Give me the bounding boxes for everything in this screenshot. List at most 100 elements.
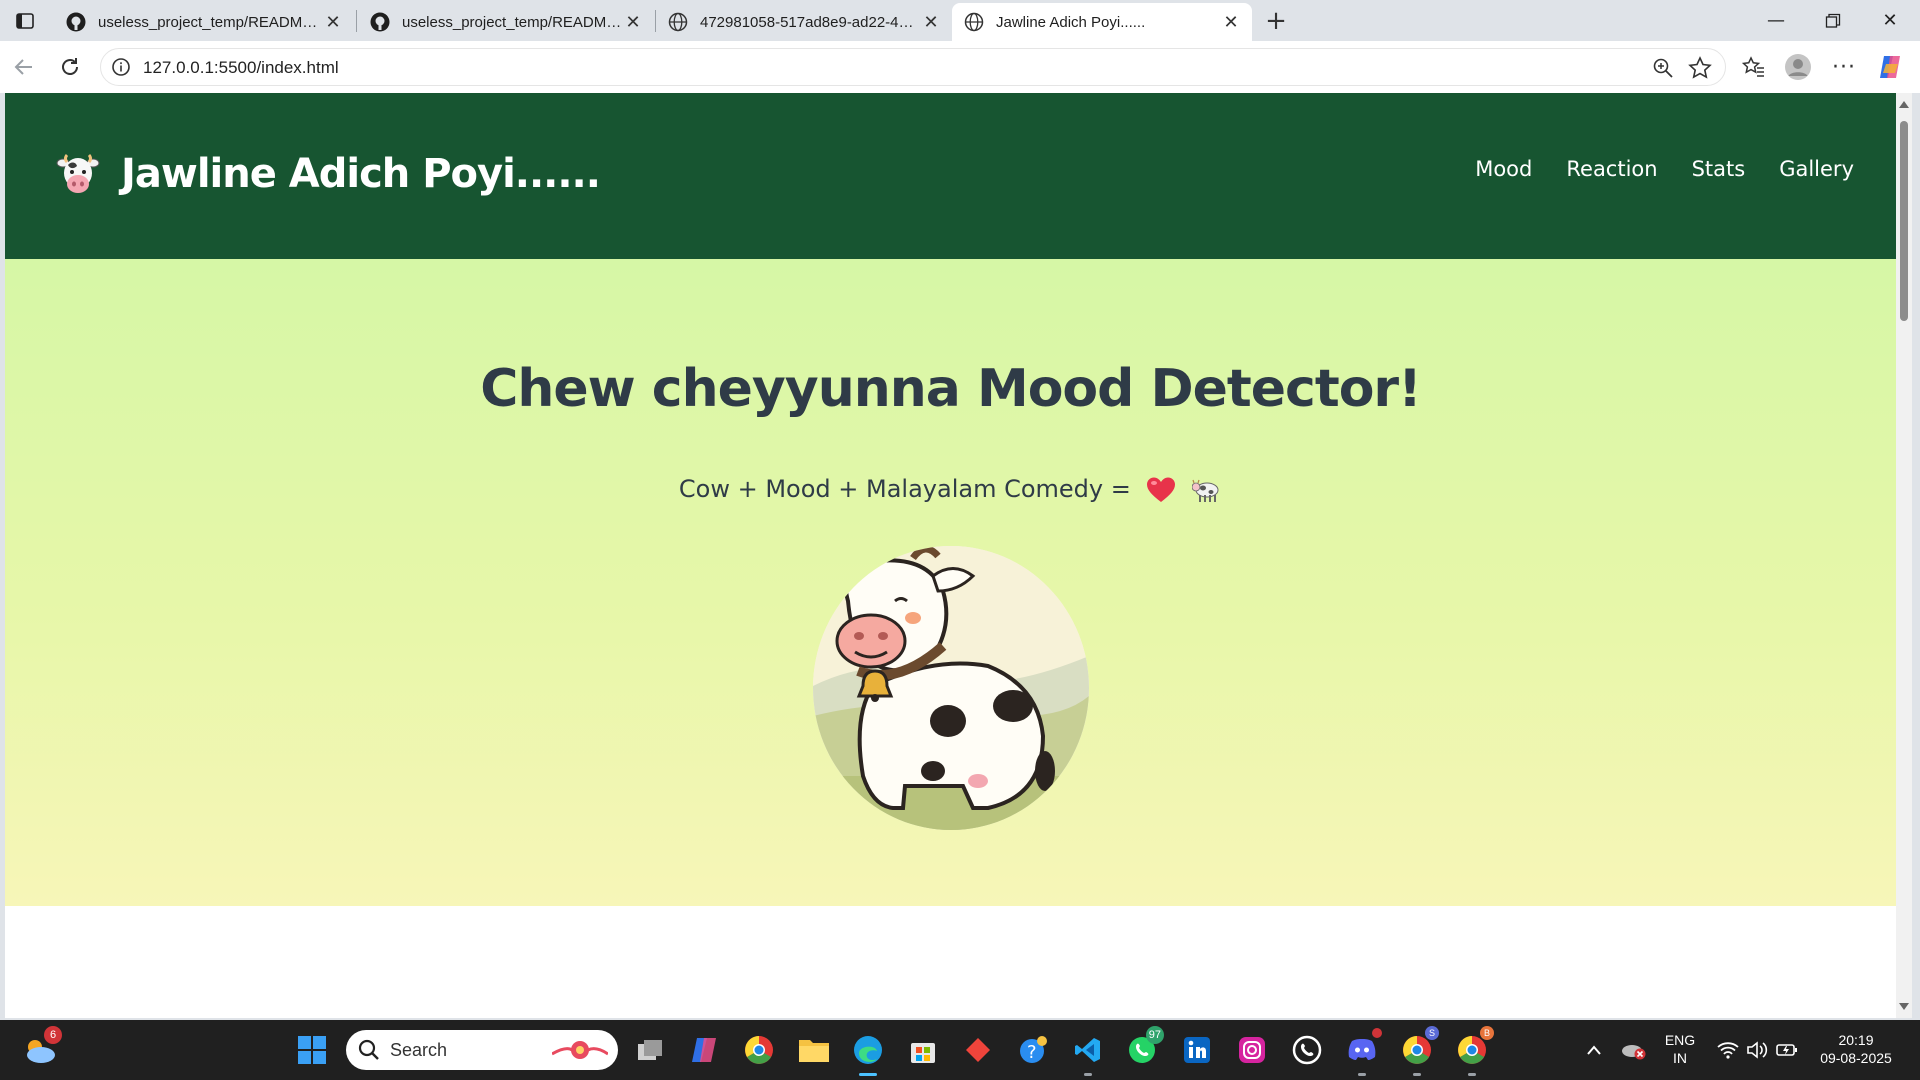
discord-notification-dot (1372, 1028, 1382, 1038)
close-window-button[interactable]: ✕ (1862, 0, 1918, 41)
tab-actions-button[interactable] (8, 8, 42, 34)
reload-button[interactable] (54, 51, 86, 83)
onedrive-error-icon (1622, 1045, 1646, 1060)
site-header: Jawline Adich Poyi...... Mood Reaction S… (5, 93, 1896, 259)
tab-separator (356, 10, 357, 32)
brand[interactable]: Jawline Adich Poyi...... (55, 151, 601, 197)
battery-tray[interactable] (1767, 1030, 1807, 1070)
cow-illustration (813, 546, 1089, 830)
scroll-down-icon[interactable] (1899, 1003, 1909, 1010)
profile-button[interactable] (1782, 51, 1814, 83)
show-hidden-icons-button[interactable] (1574, 1030, 1614, 1070)
language-line1: ENG (1664, 1032, 1696, 1048)
back-button[interactable] (8, 51, 40, 83)
anydesk-app[interactable] (958, 1030, 998, 1070)
more-menu-button[interactable]: ··· (1828, 51, 1860, 83)
close-tab-icon[interactable]: ✕ (920, 11, 942, 33)
close-tab-icon[interactable]: ✕ (622, 11, 644, 33)
tab-readme-2[interactable]: useless_project_temp/README.m ✕ (358, 3, 654, 41)
file-explorer-app[interactable] (794, 1030, 834, 1070)
new-tab-button[interactable]: + (1260, 6, 1292, 36)
tab-title: useless_project_temp/README.m (98, 13, 322, 31)
whatsapp-icon (1292, 1035, 1322, 1065)
minimize-icon: — (1767, 10, 1785, 31)
address-bar[interactable]: 127.0.0.1:5500/index.html (100, 48, 1726, 86)
copilot-button[interactable] (1874, 51, 1906, 83)
discord-app[interactable] (1342, 1028, 1382, 1076)
close-tab-icon[interactable]: ✕ (1220, 11, 1242, 33)
help-app[interactable]: ? (1013, 1030, 1053, 1070)
copilot-icon (692, 1038, 716, 1062)
onedrive-tray[interactable] (1614, 1030, 1654, 1070)
svg-text:?: ? (1027, 1042, 1037, 1063)
vscode-app[interactable] (1068, 1030, 1108, 1076)
weather-widget[interactable]: 6 (20, 1026, 62, 1070)
scroll-thumb[interactable] (1900, 121, 1908, 321)
cow-icon (1192, 479, 1219, 502)
tab-image[interactable]: 472981058-517ad8e9-ad22-457d ✕ (656, 3, 952, 41)
taskbar-search[interactable]: Search (346, 1030, 618, 1070)
chrome-profile-s[interactable]: S (1397, 1026, 1439, 1076)
tab-title: useless_project_temp/README.m (402, 13, 622, 31)
anydesk-icon (966, 1038, 990, 1062)
edge-app[interactable] (848, 1030, 888, 1076)
weather-badge: 6 (44, 1026, 62, 1044)
start-button[interactable] (292, 1030, 332, 1070)
nav-stats[interactable]: Stats (1692, 157, 1746, 181)
close-tab-icon[interactable]: ✕ (322, 11, 344, 33)
site-info-icon[interactable] (111, 57, 131, 77)
copilot-app[interactable] (684, 1030, 724, 1070)
chrome-app[interactable] (739, 1030, 779, 1070)
profile-badge-icon: B (1480, 1026, 1494, 1040)
instagram-app[interactable] (1232, 1030, 1272, 1070)
profile-badge-icon: S (1425, 1026, 1439, 1040)
folder-icon (799, 1040, 829, 1062)
plus-icon: + (1265, 6, 1287, 36)
reload-icon (62, 58, 78, 75)
back-arrow-icon (14, 59, 32, 75)
hero-tagline: Cow + Mood + Malayalam Comedy = (5, 475, 1896, 504)
chrome-profile-b[interactable]: B (1452, 1026, 1494, 1076)
active-app-indicator (859, 1073, 877, 1076)
restore-icon (1825, 13, 1841, 28)
page-scrollbar[interactable] (1896, 93, 1912, 1018)
restore-button[interactable] (1805, 0, 1861, 41)
scroll-up-icon[interactable] (1899, 101, 1909, 108)
tab-strip: useless_project_temp/README.m ✕ useless_… (0, 0, 1920, 41)
whatsapp-app[interactable] (1287, 1030, 1327, 1070)
globe-icon (964, 12, 984, 32)
nav-reaction[interactable]: Reaction (1566, 157, 1657, 181)
linkedin-app[interactable] (1177, 1030, 1217, 1070)
edge-icon (854, 1036, 882, 1064)
language-indicator[interactable]: ENG IN (1660, 1031, 1700, 1067)
tab-readme-1[interactable]: useless_project_temp/README.m ✕ (54, 3, 354, 41)
tab-jawline-active[interactable]: Jawline Adich Poyi...... ✕ (952, 3, 1252, 41)
task-view-button[interactable] (630, 1030, 670, 1070)
more-icon: ··· (1832, 54, 1856, 80)
open-app-indicator (1358, 1073, 1366, 1076)
zoom-icon[interactable] (1651, 56, 1675, 80)
store-app[interactable] (903, 1030, 943, 1070)
wifi-icon (1717, 1042, 1739, 1059)
whatsapp-business-app[interactable]: 97 (1122, 1026, 1164, 1070)
browser-toolbar: 127.0.0.1:5500/index.html ··· (0, 41, 1920, 93)
nav-gallery[interactable]: Gallery (1779, 157, 1854, 181)
favorite-star-icon[interactable] (1687, 55, 1713, 81)
nav-mood[interactable]: Mood (1475, 157, 1532, 181)
favorites-list-icon (1742, 56, 1764, 77)
chrome-icon (1458, 1036, 1486, 1064)
open-app-indicator (1084, 1073, 1092, 1076)
copilot-icon (1880, 56, 1900, 78)
clock-time: 20:19 (1838, 1032, 1874, 1048)
heart-icon (1147, 477, 1176, 502)
globe-icon (668, 12, 688, 32)
tab-title: 472981058-517ad8e9-ad22-457d (700, 13, 920, 31)
favorites-button[interactable] (1738, 51, 1770, 83)
tab-title: Jawline Adich Poyi...... (996, 13, 1146, 31)
avatar-icon (1785, 54, 1811, 80)
instagram-icon (1239, 1037, 1265, 1063)
chrome-icon (745, 1036, 773, 1064)
clock[interactable]: 20:19 09-08-2025 (1812, 1031, 1900, 1067)
minimize-button[interactable]: — (1748, 0, 1804, 41)
url-text: 127.0.0.1:5500/index.html (143, 58, 339, 77)
